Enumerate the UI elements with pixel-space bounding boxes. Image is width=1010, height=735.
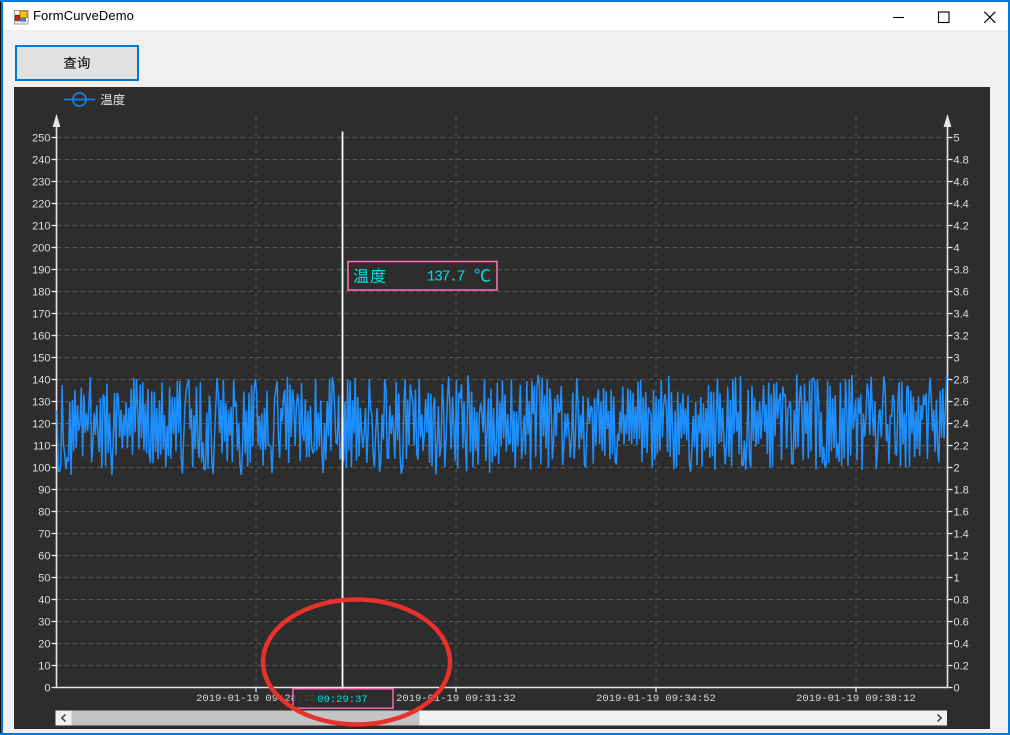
svg-text:30: 30	[38, 617, 50, 629]
svg-text:3.4: 3.4	[954, 309, 969, 321]
svg-text:5: 5	[954, 133, 960, 145]
svg-text:1.8: 1.8	[954, 485, 969, 497]
svg-text:210: 210	[32, 221, 50, 233]
svg-text:1: 1	[954, 573, 960, 585]
svg-text:2.8: 2.8	[954, 375, 969, 387]
svg-text:110: 110	[33, 441, 51, 453]
svg-text:3.6: 3.6	[954, 287, 969, 299]
svg-text:150: 150	[32, 353, 50, 365]
svg-text:09:29:37: 09:29:37	[317, 694, 367, 706]
svg-text:4: 4	[954, 243, 960, 255]
svg-text:20: 20	[38, 639, 50, 651]
svg-text:50: 50	[38, 573, 50, 585]
svg-text:0: 0	[44, 683, 50, 695]
svg-text:0.8: 0.8	[954, 595, 969, 607]
svg-text:2.4: 2.4	[954, 419, 969, 431]
svg-text:4.8: 4.8	[954, 155, 969, 167]
svg-text:0.6: 0.6	[954, 617, 969, 629]
svg-text:200: 200	[32, 243, 50, 255]
svg-text:120: 120	[32, 419, 50, 431]
svg-text:40: 40	[38, 595, 50, 607]
svg-text:3: 3	[954, 353, 960, 365]
svg-text:2.6: 2.6	[954, 397, 969, 409]
svg-text:190: 190	[32, 265, 50, 277]
svg-text:1.4: 1.4	[954, 529, 969, 541]
svg-text:1.6: 1.6	[954, 507, 969, 519]
svg-text:2019-01-19 09:34:52: 2019-01-19 09:34:52	[596, 693, 716, 705]
svg-text:80: 80	[38, 507, 50, 519]
svg-text:160: 160	[32, 331, 50, 343]
svg-text:2: 2	[954, 463, 960, 475]
svg-text:3.8: 3.8	[954, 265, 969, 277]
svg-text:0.4: 0.4	[954, 639, 969, 651]
svg-text:250: 250	[32, 133, 50, 145]
svg-text:3.2: 3.2	[954, 331, 969, 343]
svg-text:1.2: 1.2	[954, 551, 969, 563]
svg-text:2.2: 2.2	[954, 441, 969, 453]
svg-text:90: 90	[38, 485, 50, 497]
svg-text:130: 130	[32, 397, 50, 409]
svg-text:230: 230	[32, 177, 50, 189]
svg-text:220: 220	[32, 199, 50, 211]
svg-text:70: 70	[38, 529, 50, 541]
svg-text:10: 10	[38, 661, 50, 673]
svg-text:2019-01-19 09:31:32: 2019-01-19 09:31:32	[396, 693, 516, 705]
svg-text:4.2: 4.2	[954, 221, 969, 233]
svg-text:60: 60	[38, 551, 50, 563]
svg-text:0.2: 0.2	[954, 661, 969, 673]
svg-text:240: 240	[32, 155, 50, 167]
svg-text:100: 100	[32, 463, 50, 475]
svg-text:0: 0	[954, 683, 960, 695]
svg-text:180: 180	[32, 287, 50, 299]
svg-text:137.7: 137.7	[427, 269, 465, 286]
svg-text:140: 140	[32, 375, 50, 387]
svg-text:4.4: 4.4	[954, 199, 969, 211]
svg-text:2019-01-19 09:38:12: 2019-01-19 09:38:12	[796, 693, 916, 705]
svg-text:170: 170	[32, 309, 50, 321]
svg-text:4.6: 4.6	[954, 177, 969, 189]
